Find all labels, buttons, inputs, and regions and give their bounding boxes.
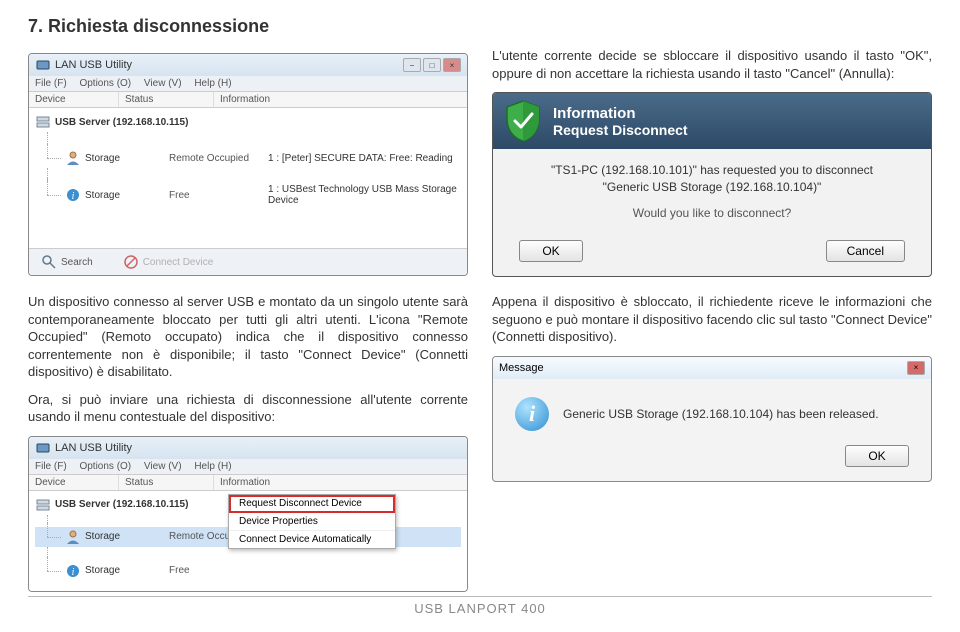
context-connect-auto[interactable]: Connect Device Automatically [229, 531, 395, 548]
menubar: File (F) Options (O) View (V) Help (H) [29, 76, 467, 92]
server-label: USB Server (192.168.10.115) [55, 117, 188, 128]
user-icon [65, 529, 81, 545]
lan-usb-utility-window: LAN USB Utility − □ × File (F) Options (… [28, 53, 468, 276]
device-name: Storage [85, 531, 165, 542]
menubar: File (F) Options (O) View (V) Help (H) [29, 459, 467, 475]
device-info: 1 : [Peter] SECURE DATA: Free: Reading [268, 153, 461, 164]
device-name: Storage [85, 565, 165, 576]
shield-icon [503, 99, 543, 143]
ok-button[interactable]: OK [845, 445, 909, 467]
col-info: Information [214, 475, 467, 490]
device-status: Free [169, 565, 264, 576]
menu-options[interactable]: Options (O) [79, 461, 131, 472]
server-icon [35, 114, 51, 130]
svg-text:i: i [72, 191, 75, 202]
search-label: Search [61, 257, 93, 268]
no-entry-icon [123, 254, 139, 270]
message-titlebar: Message × [493, 357, 931, 379]
col-device: Device [29, 92, 119, 107]
menu-view[interactable]: View (V) [144, 78, 182, 89]
dialog-question: Would you like to disconnect? [511, 206, 913, 220]
device-info: 1 : USBest Technology USB Mass Storage D… [268, 184, 461, 206]
paragraph-unlocked: Appena il dispositivo è sbloccato, il ri… [492, 293, 932, 346]
close-button[interactable]: × [907, 361, 925, 375]
device-status: Remote Occupied [169, 153, 264, 164]
dialog-header: Information Request Disconnect [493, 93, 931, 149]
col-status: Status [119, 475, 214, 490]
menu-options[interactable]: Options (O) [79, 78, 131, 89]
device-list-header: Device Status Information [29, 475, 467, 491]
app-icon [35, 57, 51, 73]
device-name: Storage [85, 190, 165, 201]
device-row-storage-free[interactable]: i Storage Free [35, 561, 461, 581]
col-info: Information [214, 92, 467, 107]
server-row[interactable]: USB Server (192.168.10.115) [35, 112, 461, 132]
context-device-properties[interactable]: Device Properties [229, 513, 395, 531]
menu-help[interactable]: Help (H) [194, 78, 231, 89]
paragraph-context-menu: Ora, si può inviare una richiesta di dis… [28, 391, 468, 426]
section-heading: 7. Richiesta disconnessione [28, 16, 932, 37]
context-menu: Request Disconnect Device Device Propert… [228, 494, 396, 549]
cancel-button[interactable]: Cancel [826, 240, 905, 262]
menu-file[interactable]: File (F) [35, 78, 67, 89]
server-icon [35, 497, 51, 513]
device-tree: USB Server (192.168.10.115) Storage Remo… [29, 108, 467, 248]
close-button[interactable]: × [443, 58, 461, 72]
intro-text: L'utente corrente decide se sbloccare il… [492, 47, 932, 82]
dialog-subtitle: Request Disconnect [553, 122, 688, 138]
window-title: LAN USB Utility [55, 442, 132, 454]
device-name: Storage [85, 153, 165, 164]
col-status: Status [119, 92, 214, 107]
connect-label: Connect Device [143, 257, 214, 268]
window-titlebar: LAN USB Utility [29, 437, 467, 459]
message-dialog: Message × i Generic USB Storage (192.168… [492, 356, 932, 482]
paragraph-remote-occupied: Un dispositivo connesso al server USB e … [28, 293, 468, 381]
context-request-disconnect[interactable]: Request Disconnect Device [229, 495, 395, 513]
info-icon: i [515, 397, 549, 431]
dialog-line2: "Generic USB Storage (192.168.10.104)" [511, 180, 913, 194]
app-icon [35, 440, 51, 456]
server-label: USB Server (192.168.10.115) [55, 499, 188, 510]
device-row-storage-occupied[interactable]: Storage Remote Occupied 1 : [Peter] SECU… [35, 148, 461, 168]
info-icon: i [65, 187, 81, 203]
device-list-header: Device Status Information [29, 92, 467, 108]
request-disconnect-dialog: Information Request Disconnect "TS1-PC (… [492, 92, 932, 277]
dialog-title: Information [553, 105, 688, 122]
device-row-storage-free[interactable]: i Storage Free 1 : USBest Technology USB… [35, 182, 461, 208]
search-button[interactable]: Search [41, 254, 93, 270]
search-icon [41, 254, 57, 270]
menu-help[interactable]: Help (H) [194, 461, 231, 472]
message-body: Generic USB Storage (192.168.10.104) has… [563, 407, 879, 421]
minimize-button[interactable]: − [403, 58, 421, 72]
maximize-button[interactable]: □ [423, 58, 441, 72]
menu-file[interactable]: File (F) [35, 461, 67, 472]
bottom-toolbar: Search Connect Device [29, 248, 467, 275]
svg-text:i: i [72, 567, 75, 578]
message-title: Message [499, 362, 544, 374]
user-icon [65, 150, 81, 166]
menu-view[interactable]: View (V) [144, 461, 182, 472]
info-icon: i [65, 563, 81, 579]
dialog-line1: "TS1-PC (192.168.10.101)" has requested … [511, 163, 913, 177]
ok-button[interactable]: OK [519, 240, 583, 262]
window-title: LAN USB Utility [55, 59, 132, 71]
device-status: Free [169, 190, 264, 201]
connect-device-button: Connect Device [123, 254, 214, 270]
footer-text: USB LANPORT 400 [414, 601, 546, 616]
window-titlebar: LAN USB Utility − □ × [29, 54, 467, 76]
col-device: Device [29, 475, 119, 490]
